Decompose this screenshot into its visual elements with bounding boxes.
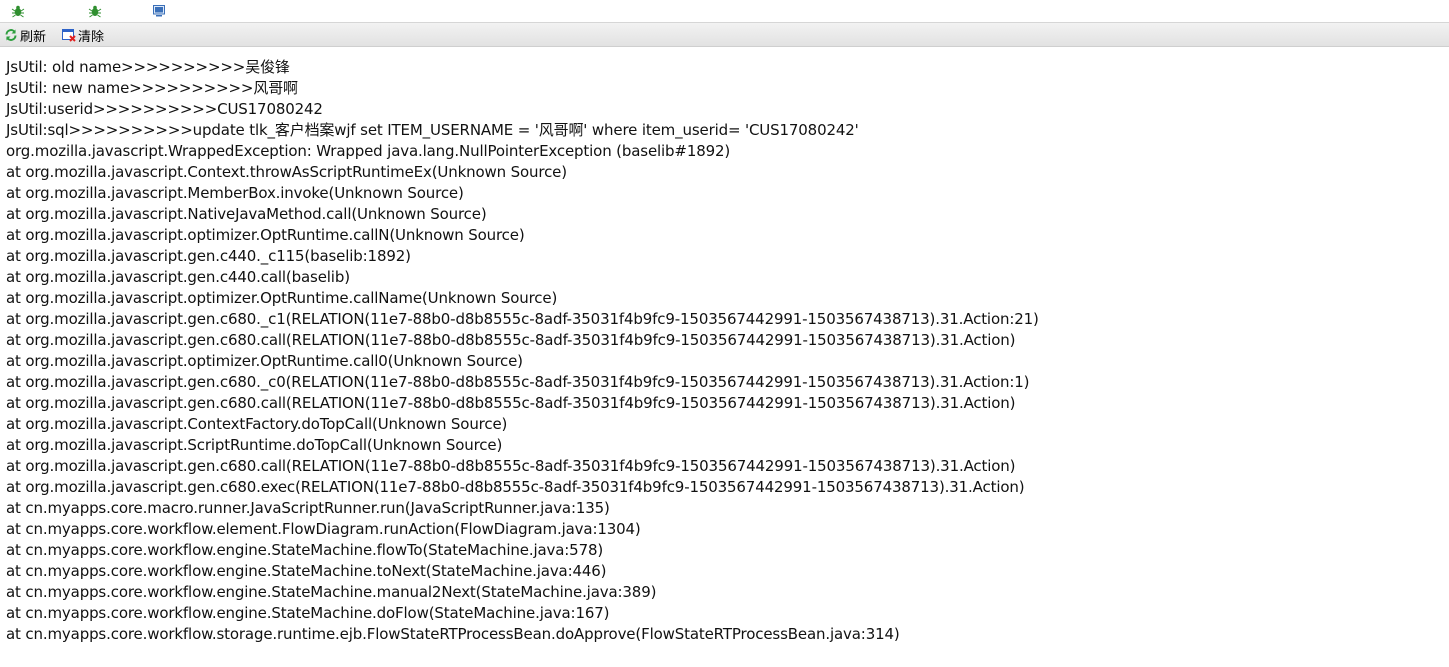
console-output[interactable]: JsUtil: old name>>>>>>>>>>吴俊锋 JsUtil: ne…	[6, 57, 1449, 645]
clear-icon	[62, 28, 76, 42]
log-line: JsUtil:userid>>>>>>>>>>CUS17080242	[6, 100, 323, 118]
log-line: JsUtil:sql>>>>>>>>>>update tlk_客户档案wjf s…	[6, 121, 859, 139]
log-line: at org.mozilla.javascript.optimizer.OptR…	[6, 352, 523, 370]
log-line: JsUtil: old name>>>>>>>>>>吴俊锋	[6, 58, 290, 76]
refresh-icon	[4, 28, 18, 42]
log-line: at org.mozilla.javascript.optimizer.OptR…	[6, 289, 558, 307]
log-line: at org.mozilla.javascript.gen.c680.exec(…	[6, 478, 1025, 496]
log-line: at org.mozilla.javascript.gen.c440._c115…	[6, 247, 411, 265]
log-line: at org.mozilla.javascript.gen.c680.call(…	[6, 394, 1016, 412]
log-line: at org.mozilla.javascript.optimizer.OptR…	[6, 226, 525, 244]
log-line: at org.mozilla.javascript.MemberBox.invo…	[6, 184, 464, 202]
log-line: at org.mozilla.javascript.gen.c680._c0(R…	[6, 373, 1030, 391]
monitor-icon[interactable]	[151, 3, 167, 19]
log-line: at org.mozilla.javascript.gen.c680.call(…	[6, 331, 1016, 349]
log-line: at org.mozilla.javascript.Context.throwA…	[6, 163, 567, 181]
log-line: at cn.myapps.core.workflow.engine.StateM…	[6, 604, 610, 622]
tab-bar	[0, 0, 1449, 23]
log-line: at org.mozilla.javascript.ContextFactory…	[6, 415, 508, 433]
log-line: org.mozilla.javascript.WrappedException:…	[6, 142, 731, 160]
log-line: at cn.myapps.core.workflow.engine.StateM…	[6, 562, 607, 580]
refresh-label: 刷新	[20, 29, 47, 45]
log-line: at org.mozilla.javascript.gen.c680._c1(R…	[6, 310, 1039, 328]
refresh-button[interactable]: 刷新	[4, 26, 47, 45]
bug-icon[interactable]	[10, 3, 26, 19]
log-line: at org.mozilla.javascript.NativeJavaMeth…	[6, 205, 487, 223]
log-line: at org.mozilla.javascript.ScriptRuntime.…	[6, 436, 503, 454]
log-line: at cn.myapps.core.macro.runner.JavaScrip…	[6, 499, 610, 517]
console-toolbar: 刷新 清除	[0, 23, 1449, 47]
log-line: at org.mozilla.javascript.gen.c440.call(…	[6, 268, 350, 286]
log-line: at cn.myapps.core.workflow.element.FlowD…	[6, 520, 641, 538]
log-line: JsUtil: new name>>>>>>>>>>风哥啊	[6, 79, 298, 97]
clear-button[interactable]: 清除	[62, 26, 105, 45]
log-line: at cn.myapps.core.workflow.storage.runti…	[6, 625, 900, 643]
bug-icon[interactable]	[87, 3, 103, 19]
log-line: at org.mozilla.javascript.gen.c680.call(…	[6, 457, 1016, 475]
log-line: at cn.myapps.core.workflow.engine.StateM…	[6, 583, 657, 601]
log-line: at cn.myapps.core.workflow.engine.StateM…	[6, 541, 604, 559]
clear-label: 清除	[78, 29, 105, 45]
